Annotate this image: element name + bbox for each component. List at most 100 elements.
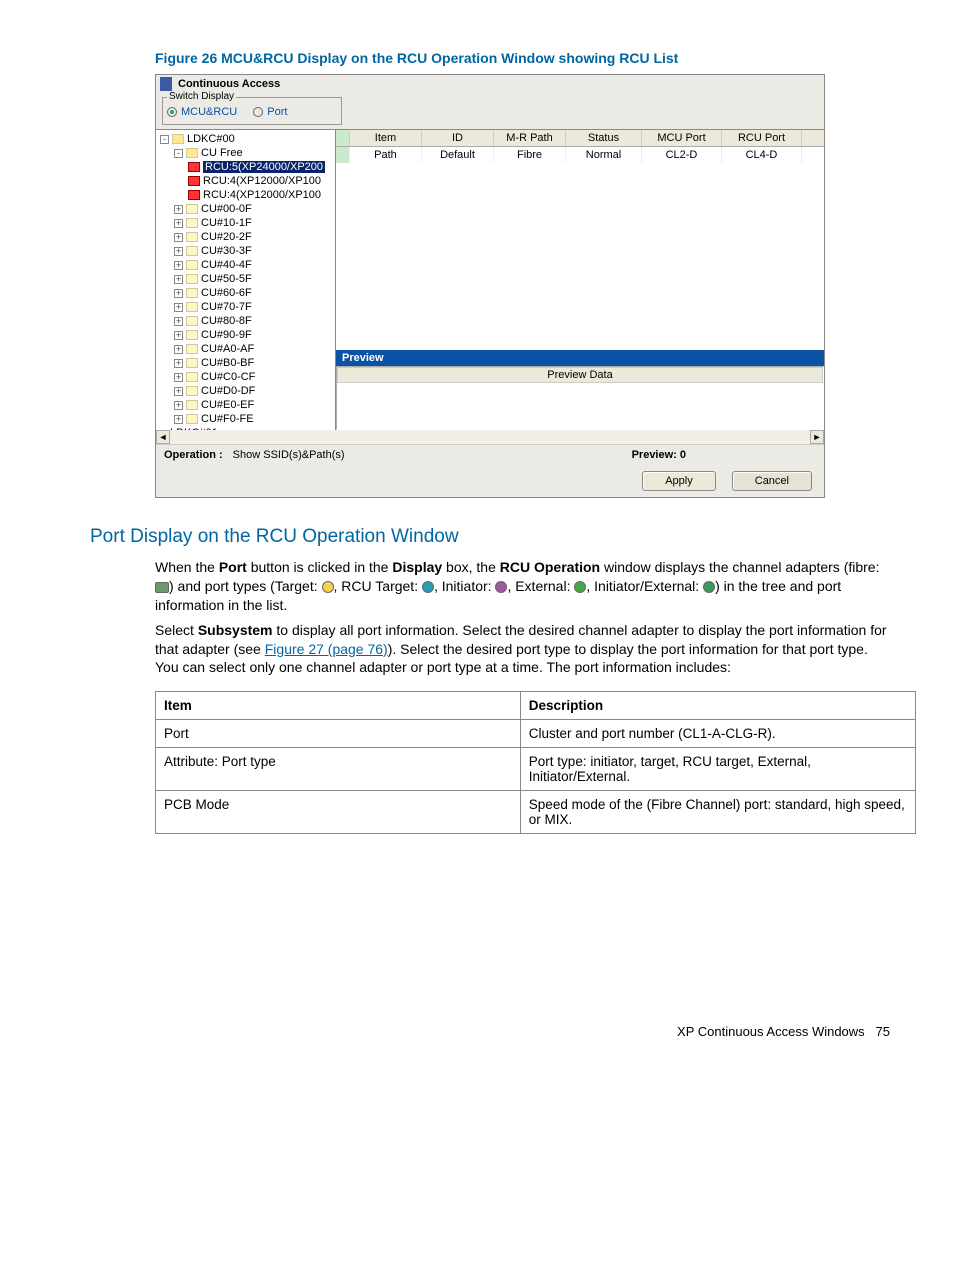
apply-button[interactable]: Apply [642,471,716,491]
folder-icon [186,316,198,326]
operation-label: Operation : [164,449,223,461]
tree-cu[interactable]: CU#A0-AF [201,343,254,355]
tree-cu[interactable]: CU#70-7F [201,301,252,313]
tree-root[interactable]: LDKC#00 [187,133,235,145]
col-id[interactable]: ID [422,130,494,146]
cell: Path [350,147,422,163]
rcu-target-icon [422,581,434,593]
expand-icon[interactable]: + [174,205,183,214]
expand-icon[interactable]: + [174,387,183,396]
col-rcuport[interactable]: RCU Port [722,130,802,146]
radio-mcurcu-label: MCU&RCU [181,106,237,118]
figure-caption: Figure 26 MCU&RCU Display on the RCU Ope… [155,50,894,66]
tree-cu[interactable]: CU#C0-CF [201,371,255,383]
tree-cu[interactable]: CU#40-4F [201,259,252,271]
tree-cu[interactable]: CU#E0-EF [201,399,254,411]
preview-area: Preview Data [336,366,824,430]
tree-scrollbar[interactable]: ◄ ► [156,430,824,444]
tree-cu[interactable]: CU#20-2F [201,231,252,243]
tree-rcu-selected[interactable]: RCU:5(XP24000/XP200 [203,161,325,173]
col-status[interactable]: Status [566,130,642,146]
folder-icon [186,274,198,284]
col-item[interactable]: Item [350,130,422,146]
folder-icon [186,218,198,228]
expand-icon[interactable]: + [174,373,183,382]
tree-cu[interactable]: CU#50-5F [201,273,252,285]
tree-cu[interactable]: CU#60-6F [201,287,252,299]
cell: Default [422,147,494,163]
expand-icon[interactable]: + [174,289,183,298]
tree-rcu[interactable]: RCU:4(XP12000/XP100 [203,175,321,187]
preview-data-header[interactable]: Preview Data [337,367,823,383]
tree-ldkc01[interactable]: LDKC#01 [170,427,218,430]
expand-icon[interactable]: + [174,303,183,312]
tree-cufree[interactable]: CU Free [201,147,243,159]
scroll-right-icon[interactable]: ► [810,430,824,444]
table-row: PCB ModeSpeed mode of the (Fibre Channel… [156,791,916,834]
row-icon [336,147,350,163]
rcu-icon [188,190,200,200]
tree-cu[interactable]: CU#B0-BF [201,357,254,369]
tree-cu[interactable]: CU#00-0F [201,203,252,215]
scroll-left-icon[interactable]: ◄ [156,430,170,444]
paragraph: When the Port button is clicked in the D… [155,558,894,615]
expand-icon[interactable]: + [174,247,183,256]
tree-cu[interactable]: CU#D0-DF [201,385,255,397]
external-icon [574,581,586,593]
cancel-button[interactable]: Cancel [732,471,812,491]
expand-icon[interactable]: + [174,345,183,354]
col-mrpath[interactable]: M-R Path [494,130,566,146]
figure-link[interactable]: Figure 27 (page 76) [265,641,388,657]
app-icon [160,77,172,91]
tree-rcu[interactable]: RCU:4(XP12000/XP100 [203,189,321,201]
expand-icon[interactable]: + [174,233,183,242]
operation-value: Show SSID(s)&Path(s) [233,449,345,461]
radio-port[interactable]: Port [253,106,287,118]
expand-icon[interactable]: - [174,149,183,158]
page-footer: XP Continuous Access Windows 75 [60,1024,894,1039]
folder-icon [172,134,184,144]
expand-icon[interactable]: - [160,135,169,144]
folder-icon [186,260,198,270]
folder-icon [186,232,198,242]
folder-icon [186,358,198,368]
grid-body[interactable]: Path Default Fibre Normal CL2-D CL4-D [336,147,824,350]
radio-port-label: Port [267,106,287,118]
tree-cu[interactable]: CU#90-9F [201,329,252,341]
cell: Fibre [494,147,566,163]
folder-icon [186,344,198,354]
expand-icon[interactable]: + [174,219,183,228]
folder-icon [186,148,198,158]
expand-icon[interactable]: + [174,261,183,270]
tree-cu[interactable]: CU#30-3F [201,245,252,257]
initiator-external-icon [703,581,715,593]
folder-icon [186,372,198,382]
section-heading: Port Display on the RCU Operation Window [90,526,894,548]
grid-header: Item ID M-R Path Status MCU Port RCU Por… [336,130,824,147]
expand-icon[interactable]: + [174,331,183,340]
description-table: Item Description PortCluster and port nu… [155,691,916,834]
status-bar: Operation : Show SSID(s)&Path(s) Preview… [156,444,824,465]
cell: Normal [566,147,642,163]
right-pane: Item ID M-R Path Status MCU Port RCU Por… [336,130,824,430]
folder-icon [186,302,198,312]
tree-cu[interactable]: CU#F0-FE [201,413,254,425]
footer-label: XP Continuous Access Windows [677,1024,865,1039]
folder-icon [186,414,198,424]
switch-display-legend: Switch Display [167,91,236,102]
radio-mcurcu[interactable]: MCU&RCU [167,106,237,118]
expand-icon[interactable]: + [174,415,183,424]
rcu-icon [188,176,200,186]
expand-icon[interactable]: + [174,275,183,284]
tree-cu[interactable]: CU#10-1F [201,217,252,229]
expand-icon[interactable]: + [174,317,183,326]
col-mcuport[interactable]: MCU Port [642,130,722,146]
tree-pane[interactable]: -LDKC#00 -CU Free RCU:5(XP24000/XP200 RC… [156,130,336,430]
switch-display-group: Switch Display MCU&RCU Port [162,97,342,125]
table-row[interactable]: Path Default Fibre Normal CL2-D CL4-D [336,147,824,163]
expand-icon[interactable]: + [174,359,183,368]
cell: CL2-D [642,147,722,163]
initiator-icon [495,581,507,593]
tree-cu[interactable]: CU#80-8F [201,315,252,327]
expand-icon[interactable]: + [174,401,183,410]
